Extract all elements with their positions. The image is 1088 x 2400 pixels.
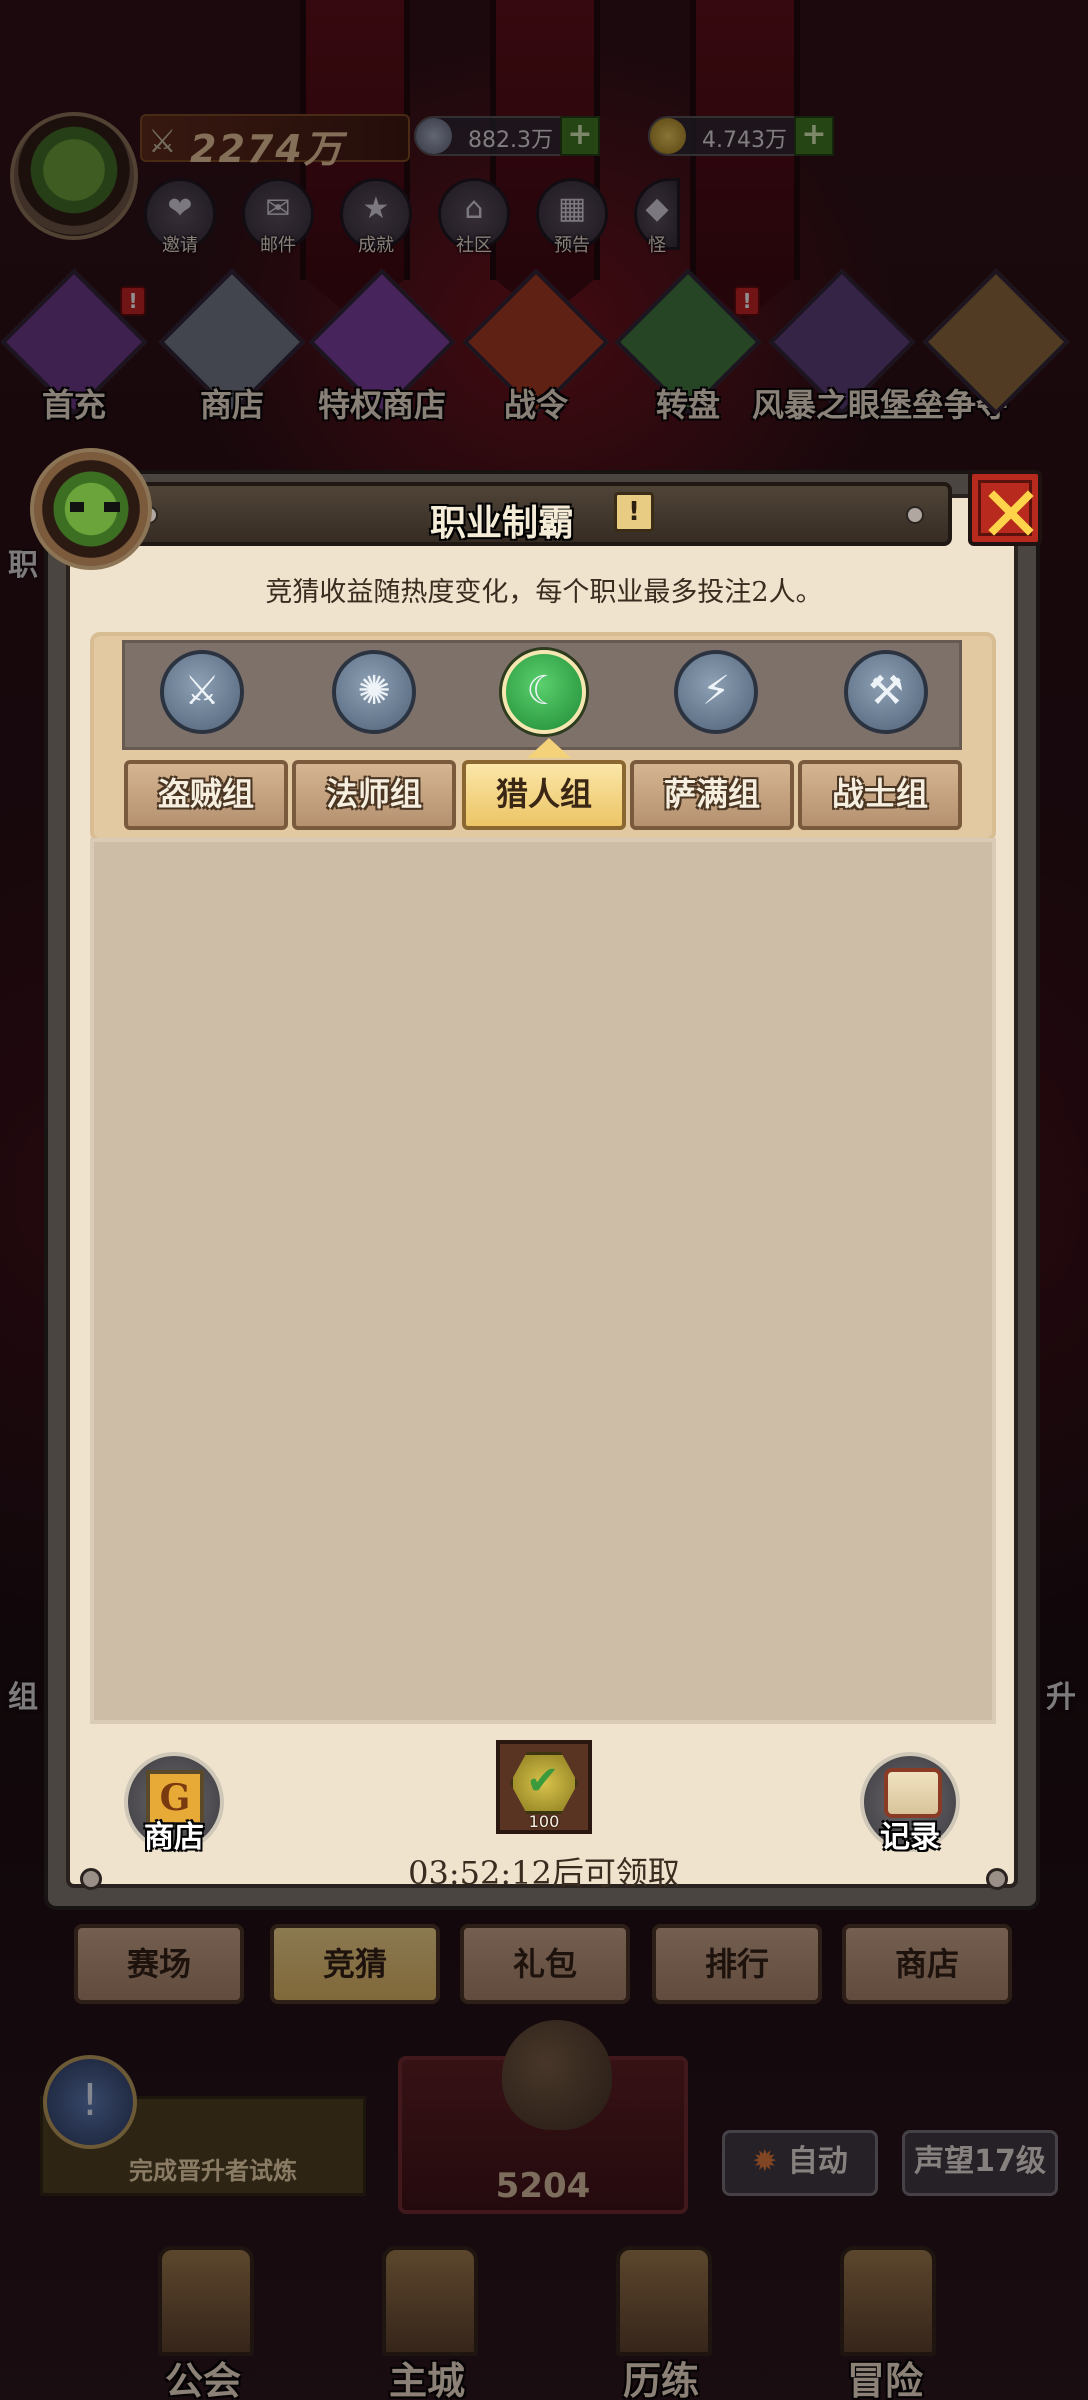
tab-shaman-group[interactable]: 萨满组 bbox=[630, 760, 794, 830]
checkmark-icon: ✔ bbox=[526, 1758, 560, 1804]
shaman-icon[interactable]: ⚡ bbox=[674, 650, 758, 734]
reward-chest[interactable]: ✔ 100 bbox=[496, 1740, 592, 1834]
rivet-icon bbox=[906, 506, 924, 524]
modal-shop-button[interactable]: G 商店 bbox=[124, 1752, 224, 1855]
tab-rogue-group[interactable]: 盗贼组 bbox=[124, 760, 288, 830]
rivet-icon bbox=[80, 1868, 102, 1890]
tab-warrior-group[interactable]: 战士组 bbox=[798, 760, 962, 830]
tab-mage-group[interactable]: 法师组 bbox=[292, 760, 456, 830]
claim-timer: 03:52:12后可领取 bbox=[408, 1854, 680, 1892]
close-icon bbox=[978, 480, 1032, 536]
warrior-icon[interactable]: ⚒ bbox=[844, 650, 928, 734]
close-button[interactable] bbox=[968, 470, 1042, 546]
rogue-icon[interactable]: ⚔ bbox=[160, 650, 244, 734]
selected-pointer bbox=[527, 738, 571, 758]
group-content-area bbox=[90, 838, 996, 1724]
reward-amount: 100 bbox=[528, 1812, 560, 1831]
modal-title-bar: 职业制霸 bbox=[112, 482, 952, 546]
guess-rule-text: 竞猜收益随热度变化，每个职业最多投注2人。 bbox=[265, 577, 823, 608]
record-button[interactable]: 记录 bbox=[860, 1752, 960, 1855]
mage-icon[interactable]: ✺ bbox=[332, 650, 416, 734]
info-icon[interactable]: ! bbox=[614, 492, 654, 532]
orc-avatar bbox=[30, 448, 152, 570]
modal-title: 职业制霸 bbox=[429, 502, 574, 544]
rivet-icon bbox=[986, 1868, 1008, 1890]
hunter-icon[interactable]: ☾ bbox=[502, 650, 586, 734]
scroll-icon bbox=[884, 1768, 942, 1818]
tab-hunter-group[interactable]: 猎人组 bbox=[462, 760, 626, 830]
